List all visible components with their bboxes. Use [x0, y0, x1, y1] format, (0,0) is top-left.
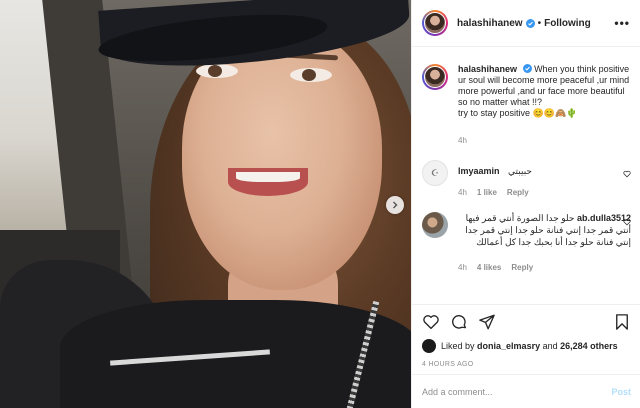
avatar[interactable]: ☪	[422, 160, 448, 186]
verified-badge-icon	[525, 18, 535, 28]
post-sidebar: halashihanew • Following ••• halashihane…	[411, 0, 640, 408]
comment-time: 4h	[458, 263, 467, 272]
comment-item: ☪ lmyaamin حبيبتي 4h 1 like Reply	[422, 160, 631, 198]
caption-username[interactable]: halashihanew	[458, 64, 517, 74]
liked-by-prefix: Liked by	[441, 341, 475, 351]
comment-text: حبيبتي	[508, 166, 532, 176]
comment-item: ab.dulla3512 حلو جدا الصورة أنتي قمر فيه…	[422, 212, 631, 273]
smile	[228, 168, 308, 196]
comments-list: halashihanew When you think positive ur …	[412, 52, 640, 304]
comment-likes[interactable]: 4 likes	[477, 262, 501, 273]
separator-dot: •	[537, 17, 542, 29]
reply-button[interactable]: Reply	[511, 262, 533, 273]
like-heart-icon[interactable]	[422, 313, 440, 331]
add-comment-bar: Post	[412, 374, 640, 408]
likes-count[interactable]: 26,284 others	[560, 341, 618, 351]
liker-avatar[interactable]	[422, 339, 436, 353]
verified-badge-icon	[522, 64, 532, 73]
post-photo	[0, 0, 411, 408]
avatar[interactable]	[422, 212, 448, 238]
avatar[interactable]	[422, 10, 448, 36]
post-actions: Liked by donia_elmasry and 26,284 others…	[412, 304, 640, 368]
reply-button[interactable]: Reply	[507, 187, 529, 198]
next-photo-button[interactable]	[386, 196, 404, 214]
caption-text-line2: try to stay positive 😊😊🙈🌵	[458, 108, 578, 118]
calligraphy-logo-icon: ☪	[430, 167, 440, 178]
liked-by-and: and	[542, 341, 558, 351]
comment-input[interactable]	[422, 386, 612, 397]
caption-time: 4h	[458, 136, 467, 145]
more-options-icon[interactable]: •••	[614, 16, 630, 30]
following-button[interactable]: Following	[544, 18, 591, 29]
post-timestamp[interactable]: 4 HOURS AGO	[422, 361, 631, 368]
post-username[interactable]: halashihanew	[457, 18, 523, 29]
bookmark-icon[interactable]	[613, 313, 631, 331]
share-send-icon[interactable]	[478, 313, 496, 331]
comment-bubble-icon[interactable]	[450, 313, 468, 331]
comment-username[interactable]: lmyaamin	[458, 166, 500, 176]
chevron-right-icon	[393, 201, 398, 209]
left-eye	[196, 64, 238, 78]
liker-username[interactable]: donia_elmasry	[477, 341, 540, 351]
post-header: halashihanew • Following •••	[412, 0, 640, 47]
avatar[interactable]	[422, 64, 448, 90]
right-eye	[290, 68, 332, 82]
comment-likes[interactable]: 1 like	[477, 187, 497, 198]
caption: halashihanew When you think positive ur …	[422, 64, 631, 146]
like-comment-heart-icon[interactable]	[623, 170, 631, 178]
comment-time: 4h	[458, 188, 467, 197]
like-comment-heart-icon[interactable]	[623, 218, 631, 226]
likes-summary: Liked by donia_elmasry and 26,284 others	[422, 339, 631, 353]
post-comment-button[interactable]: Post	[611, 387, 631, 397]
